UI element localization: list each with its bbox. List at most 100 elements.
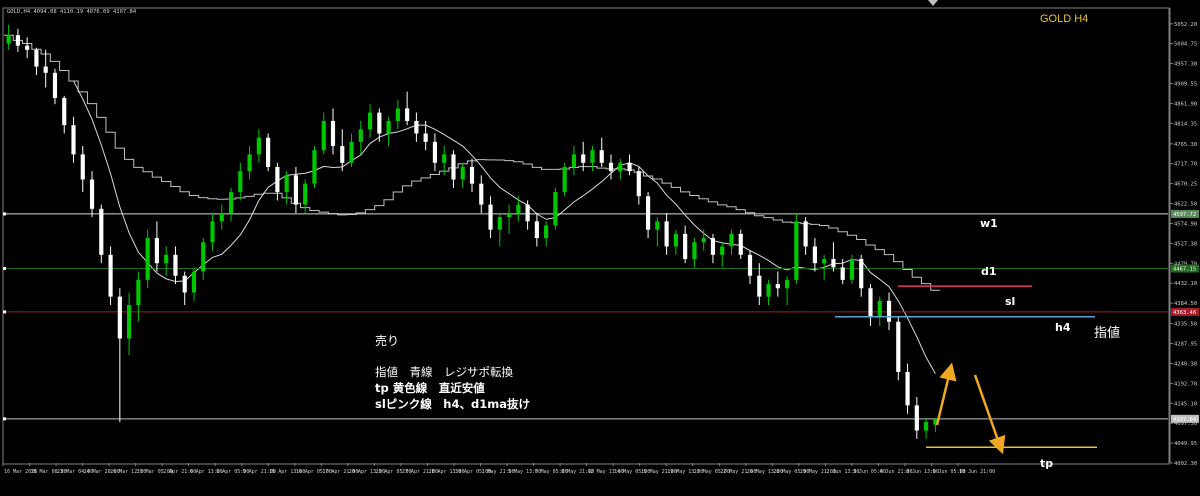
candle-body <box>849 258 855 280</box>
candle-body <box>127 305 132 339</box>
label-h4: h4 <box>1055 321 1071 334</box>
candle-body <box>729 233 734 247</box>
candle-body <box>25 45 30 50</box>
candle-body <box>52 72 58 98</box>
candle-body <box>516 204 521 213</box>
candle-body <box>405 108 410 121</box>
price-tick-label: 4622.50 <box>1174 202 1197 208</box>
candle-body <box>785 279 790 289</box>
candle-body <box>469 166 475 184</box>
candle-body <box>581 154 586 163</box>
candle-body <box>451 154 456 180</box>
candle-body <box>812 246 817 264</box>
candle-body <box>562 166 567 193</box>
price-tick-label: 4527.30 <box>1174 241 1197 247</box>
candle-body <box>303 183 308 205</box>
candle-body <box>840 267 845 280</box>
candle-body <box>108 254 113 297</box>
price-tick-label: 4335.50 <box>1174 322 1197 328</box>
candle-body <box>775 284 780 289</box>
candle-body <box>386 120 391 134</box>
candle-body <box>553 192 558 226</box>
candle-body <box>794 221 799 280</box>
candle-body <box>15 35 20 46</box>
candle-body <box>367 112 373 130</box>
candle-body <box>312 150 317 184</box>
candle-body <box>636 171 641 197</box>
candle-body <box>924 422 929 431</box>
symbol-header: GOLD,H4 4094.08 4110.19 4076.09 4107.84 <box>7 9 137 15</box>
candle-body <box>757 275 762 297</box>
price-tick-label: 5004.75 <box>1174 42 1197 48</box>
candle-body <box>173 254 178 276</box>
candle-body <box>358 129 363 142</box>
candle-body <box>645 196 651 230</box>
candle-body <box>766 284 771 297</box>
candle-body <box>349 141 354 163</box>
candle-body <box>720 246 725 255</box>
candle-body <box>164 254 169 264</box>
note-line-2: tp 黄色線 直近安値 <box>375 381 485 395</box>
candle-body <box>506 212 512 218</box>
candle-body <box>340 146 345 163</box>
candle-body <box>266 137 271 167</box>
candle-body <box>432 141 438 163</box>
label-limit: 指値 <box>1094 325 1120 341</box>
price-tick-label: 4574.90 <box>1174 221 1197 227</box>
level-anchor-red <box>3 310 6 314</box>
candle-body <box>414 120 419 134</box>
price-chart[interactable]: 5052.20 5004.75 4957.30 4909.55 4861.90 4814.… <box>0 0 1200 492</box>
chart-window[interactable]: 5052.20 5004.75 4957.30 4909.55 4861.90 4814.… <box>0 0 1200 492</box>
candle-body <box>154 238 159 264</box>
level-anchor-d1 <box>3 267 6 271</box>
label-d1: d1 <box>981 265 997 278</box>
candle-body <box>859 258 864 289</box>
price-tick-label: 4670.25 <box>1174 182 1197 188</box>
candle-body <box>488 204 493 230</box>
candle-body <box>831 258 836 268</box>
candle-body <box>618 162 623 172</box>
price-tick-label: 4861.90 <box>1174 101 1197 107</box>
chart-title-overlay: GOLD H4 <box>1040 13 1088 25</box>
candle-body <box>117 296 122 339</box>
note-heading: 売り <box>375 333 399 348</box>
price-tick-label: 4049.95 <box>1174 441 1197 447</box>
candle-body <box>6 35 11 44</box>
candle-body <box>34 49 39 67</box>
candle-body <box>673 233 678 247</box>
label-w1: w1 <box>980 217 998 230</box>
candle-body <box>525 204 530 222</box>
candle-body <box>608 162 614 172</box>
note-line-1: 指値 青線 レジサポ転換 <box>375 365 513 379</box>
candle-body <box>710 238 716 255</box>
candle-body <box>914 405 919 431</box>
candle-body <box>747 254 753 276</box>
note-line-3: slピンク線 h4、d1ma抜け <box>375 397 530 411</box>
price-tick-label: 4909.55 <box>1174 81 1197 87</box>
candle-body <box>136 279 141 306</box>
candle-body <box>571 154 577 167</box>
candle-body <box>683 233 688 259</box>
price-tick-label: 4287.95 <box>1174 342 1197 348</box>
candle-body <box>497 217 502 230</box>
candle-body <box>877 300 882 318</box>
candle-body <box>395 108 400 121</box>
candle-body <box>692 242 697 259</box>
candle-body <box>479 183 484 205</box>
candle-body <box>330 120 336 147</box>
candle-body <box>71 125 76 155</box>
candle-body <box>377 112 382 134</box>
candle-body <box>284 175 289 193</box>
price-tick-label: 4192.70 <box>1174 381 1197 387</box>
candle-body <box>293 175 299 205</box>
candle-body <box>460 166 465 180</box>
candle-body <box>534 221 539 239</box>
price-tick-label: 4240.30 <box>1174 361 1197 367</box>
price-tick-label: 4002.30 <box>1174 461 1197 467</box>
candle-body <box>803 221 808 247</box>
candle-body <box>701 238 706 243</box>
candle-body <box>219 212 224 222</box>
candle-body <box>228 192 234 213</box>
price-tick-label: 4432.10 <box>1174 281 1197 287</box>
candle-body <box>275 166 280 193</box>
